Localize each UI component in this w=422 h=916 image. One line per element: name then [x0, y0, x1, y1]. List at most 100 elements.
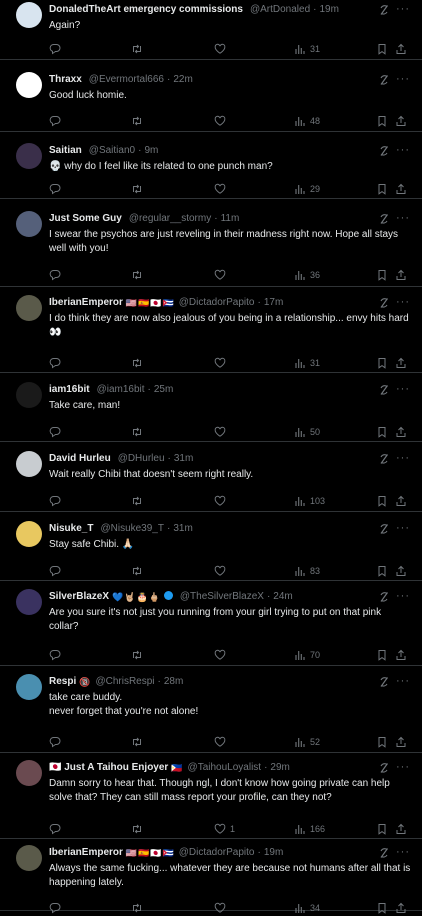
display-name[interactable]: IberianEmperor	[49, 296, 123, 310]
display-name[interactable]: Saitian	[49, 144, 82, 158]
like-button[interactable]	[214, 649, 230, 661]
avatar[interactable]	[16, 72, 42, 98]
share-button[interactable]	[395, 426, 407, 438]
views-button[interactable]: 103	[294, 495, 325, 507]
tweet[interactable]: IberianEmperor 🇺🇸🇪🇸🇯🇵🇨🇺 @DictadorPapito …	[0, 839, 422, 914]
retweet-button[interactable]	[131, 565, 143, 577]
reply-button[interactable]	[49, 495, 61, 507]
retweet-button[interactable]	[131, 426, 143, 438]
like-button[interactable]: 1	[214, 823, 235, 835]
timestamp[interactable]: 31m	[174, 452, 193, 466]
avatar[interactable]	[16, 521, 42, 547]
views-button[interactable]: 48	[294, 115, 320, 127]
grok-icon[interactable]	[378, 212, 390, 226]
reply-button[interactable]	[49, 115, 61, 127]
more-icon[interactable]: ···	[396, 452, 410, 464]
retweet-button[interactable]	[131, 357, 143, 369]
user-handle[interactable]: @TaihouLoyalist	[188, 761, 262, 775]
more-icon[interactable]: ···	[396, 846, 410, 858]
avatar[interactable]	[16, 845, 42, 871]
more-icon[interactable]: ···	[396, 296, 410, 308]
user-handle[interactable]: @ChrisRespi	[95, 675, 154, 689]
timestamp[interactable]: 19m	[319, 3, 338, 17]
avatar[interactable]	[16, 2, 42, 28]
reply-button[interactable]	[49, 183, 61, 195]
like-button[interactable]	[214, 183, 230, 195]
retweet-button[interactable]	[131, 823, 143, 835]
avatar[interactable]	[16, 451, 42, 477]
views-button[interactable]: 29	[294, 183, 320, 195]
avatar[interactable]	[16, 674, 42, 700]
views-button[interactable]: 83	[294, 565, 320, 577]
share-button[interactable]	[395, 902, 407, 914]
timestamp[interactable]: 17m	[264, 296, 283, 310]
views-button[interactable]: 70	[294, 649, 320, 661]
avatar[interactable]	[16, 760, 42, 786]
more-icon[interactable]: ···	[396, 212, 410, 224]
user-handle[interactable]: @DictadorPapito	[179, 846, 255, 860]
more-icon[interactable]: ···	[396, 73, 410, 85]
grok-icon[interactable]	[378, 144, 390, 158]
retweet-button[interactable]	[131, 43, 143, 55]
like-button[interactable]	[214, 43, 230, 55]
timestamp[interactable]: 22m	[173, 73, 192, 87]
avatar[interactable]	[16, 382, 42, 408]
tweet[interactable]: 🇯🇵 Just A Taihou Enjoyer 🇵🇭 @TaihouLoyal…	[0, 753, 422, 839]
more-icon[interactable]: ···	[396, 3, 410, 15]
like-button[interactable]	[214, 902, 230, 914]
tweet[interactable]: David Hurleu @DHurleu · 31m ··· Wait rea…	[0, 442, 422, 512]
share-button[interactable]	[395, 115, 407, 127]
display-name[interactable]: IberianEmperor	[49, 846, 123, 860]
timestamp[interactable]: 24m	[273, 590, 292, 604]
tweet[interactable]: IberianEmperor 🇺🇸🇪🇸🇯🇵🇨🇺 @DictadorPapito …	[0, 287, 422, 373]
like-button[interactable]	[214, 565, 230, 577]
grok-icon[interactable]	[378, 522, 390, 536]
bookmark-button[interactable]	[376, 357, 388, 369]
like-button[interactable]	[214, 736, 230, 748]
tweet[interactable]: Respi 🔞 @ChrisRespi · 28m ··· take care …	[0, 666, 422, 753]
share-button[interactable]	[395, 183, 407, 195]
display-name[interactable]: Just Some Guy	[49, 212, 122, 226]
display-name[interactable]: Respi	[49, 675, 76, 689]
more-icon[interactable]: ···	[396, 675, 410, 687]
user-handle[interactable]: @DHurleu	[118, 452, 165, 466]
reply-button[interactable]	[49, 823, 61, 835]
user-handle[interactable]: @iam16bit	[97, 383, 145, 397]
views-button[interactable]: 52	[294, 736, 320, 748]
grok-icon[interactable]	[378, 383, 390, 397]
bookmark-button[interactable]	[376, 269, 388, 281]
user-handle[interactable]: @TheSilverBlazeX	[180, 590, 264, 604]
share-button[interactable]	[395, 736, 407, 748]
share-button[interactable]	[395, 565, 407, 577]
like-button[interactable]	[214, 357, 230, 369]
tweet[interactable]: iam16bit @iam16bit · 25m ··· Take care, …	[0, 373, 422, 442]
bookmark-button[interactable]	[376, 565, 388, 577]
timestamp[interactable]: 28m	[164, 675, 183, 689]
display-name[interactable]: Thraxx	[49, 73, 82, 87]
user-handle[interactable]: @regular__stormy	[129, 212, 211, 226]
like-button[interactable]	[214, 426, 230, 438]
share-button[interactable]	[395, 269, 407, 281]
views-button[interactable]: 50	[294, 426, 320, 438]
tweet[interactable]: Thraxx @Evermortal666 · 22m ··· Good luc…	[0, 60, 422, 132]
timestamp[interactable]: 25m	[154, 383, 173, 397]
share-button[interactable]	[395, 357, 407, 369]
reply-button[interactable]	[49, 357, 61, 369]
bookmark-button[interactable]	[376, 902, 388, 914]
bookmark-button[interactable]	[376, 183, 388, 195]
display-name[interactable]: Nisuke_T	[49, 522, 93, 536]
user-handle[interactable]: @Saitian0	[89, 144, 135, 158]
share-button[interactable]	[395, 43, 407, 55]
reply-button[interactable]	[49, 269, 61, 281]
share-button[interactable]	[395, 495, 407, 507]
retweet-button[interactable]	[131, 269, 143, 281]
grok-icon[interactable]	[378, 675, 390, 689]
like-button[interactable]	[214, 269, 230, 281]
avatar[interactable]	[16, 295, 42, 321]
timestamp[interactable]: 31m	[173, 522, 192, 536]
reply-button[interactable]	[49, 902, 61, 914]
reply-button[interactable]	[49, 736, 61, 748]
user-handle[interactable]: @DictadorPapito	[179, 296, 255, 310]
bookmark-button[interactable]	[376, 495, 388, 507]
tweet[interactable]: DonaledTheArt emergency commissions @Art…	[0, 0, 422, 60]
